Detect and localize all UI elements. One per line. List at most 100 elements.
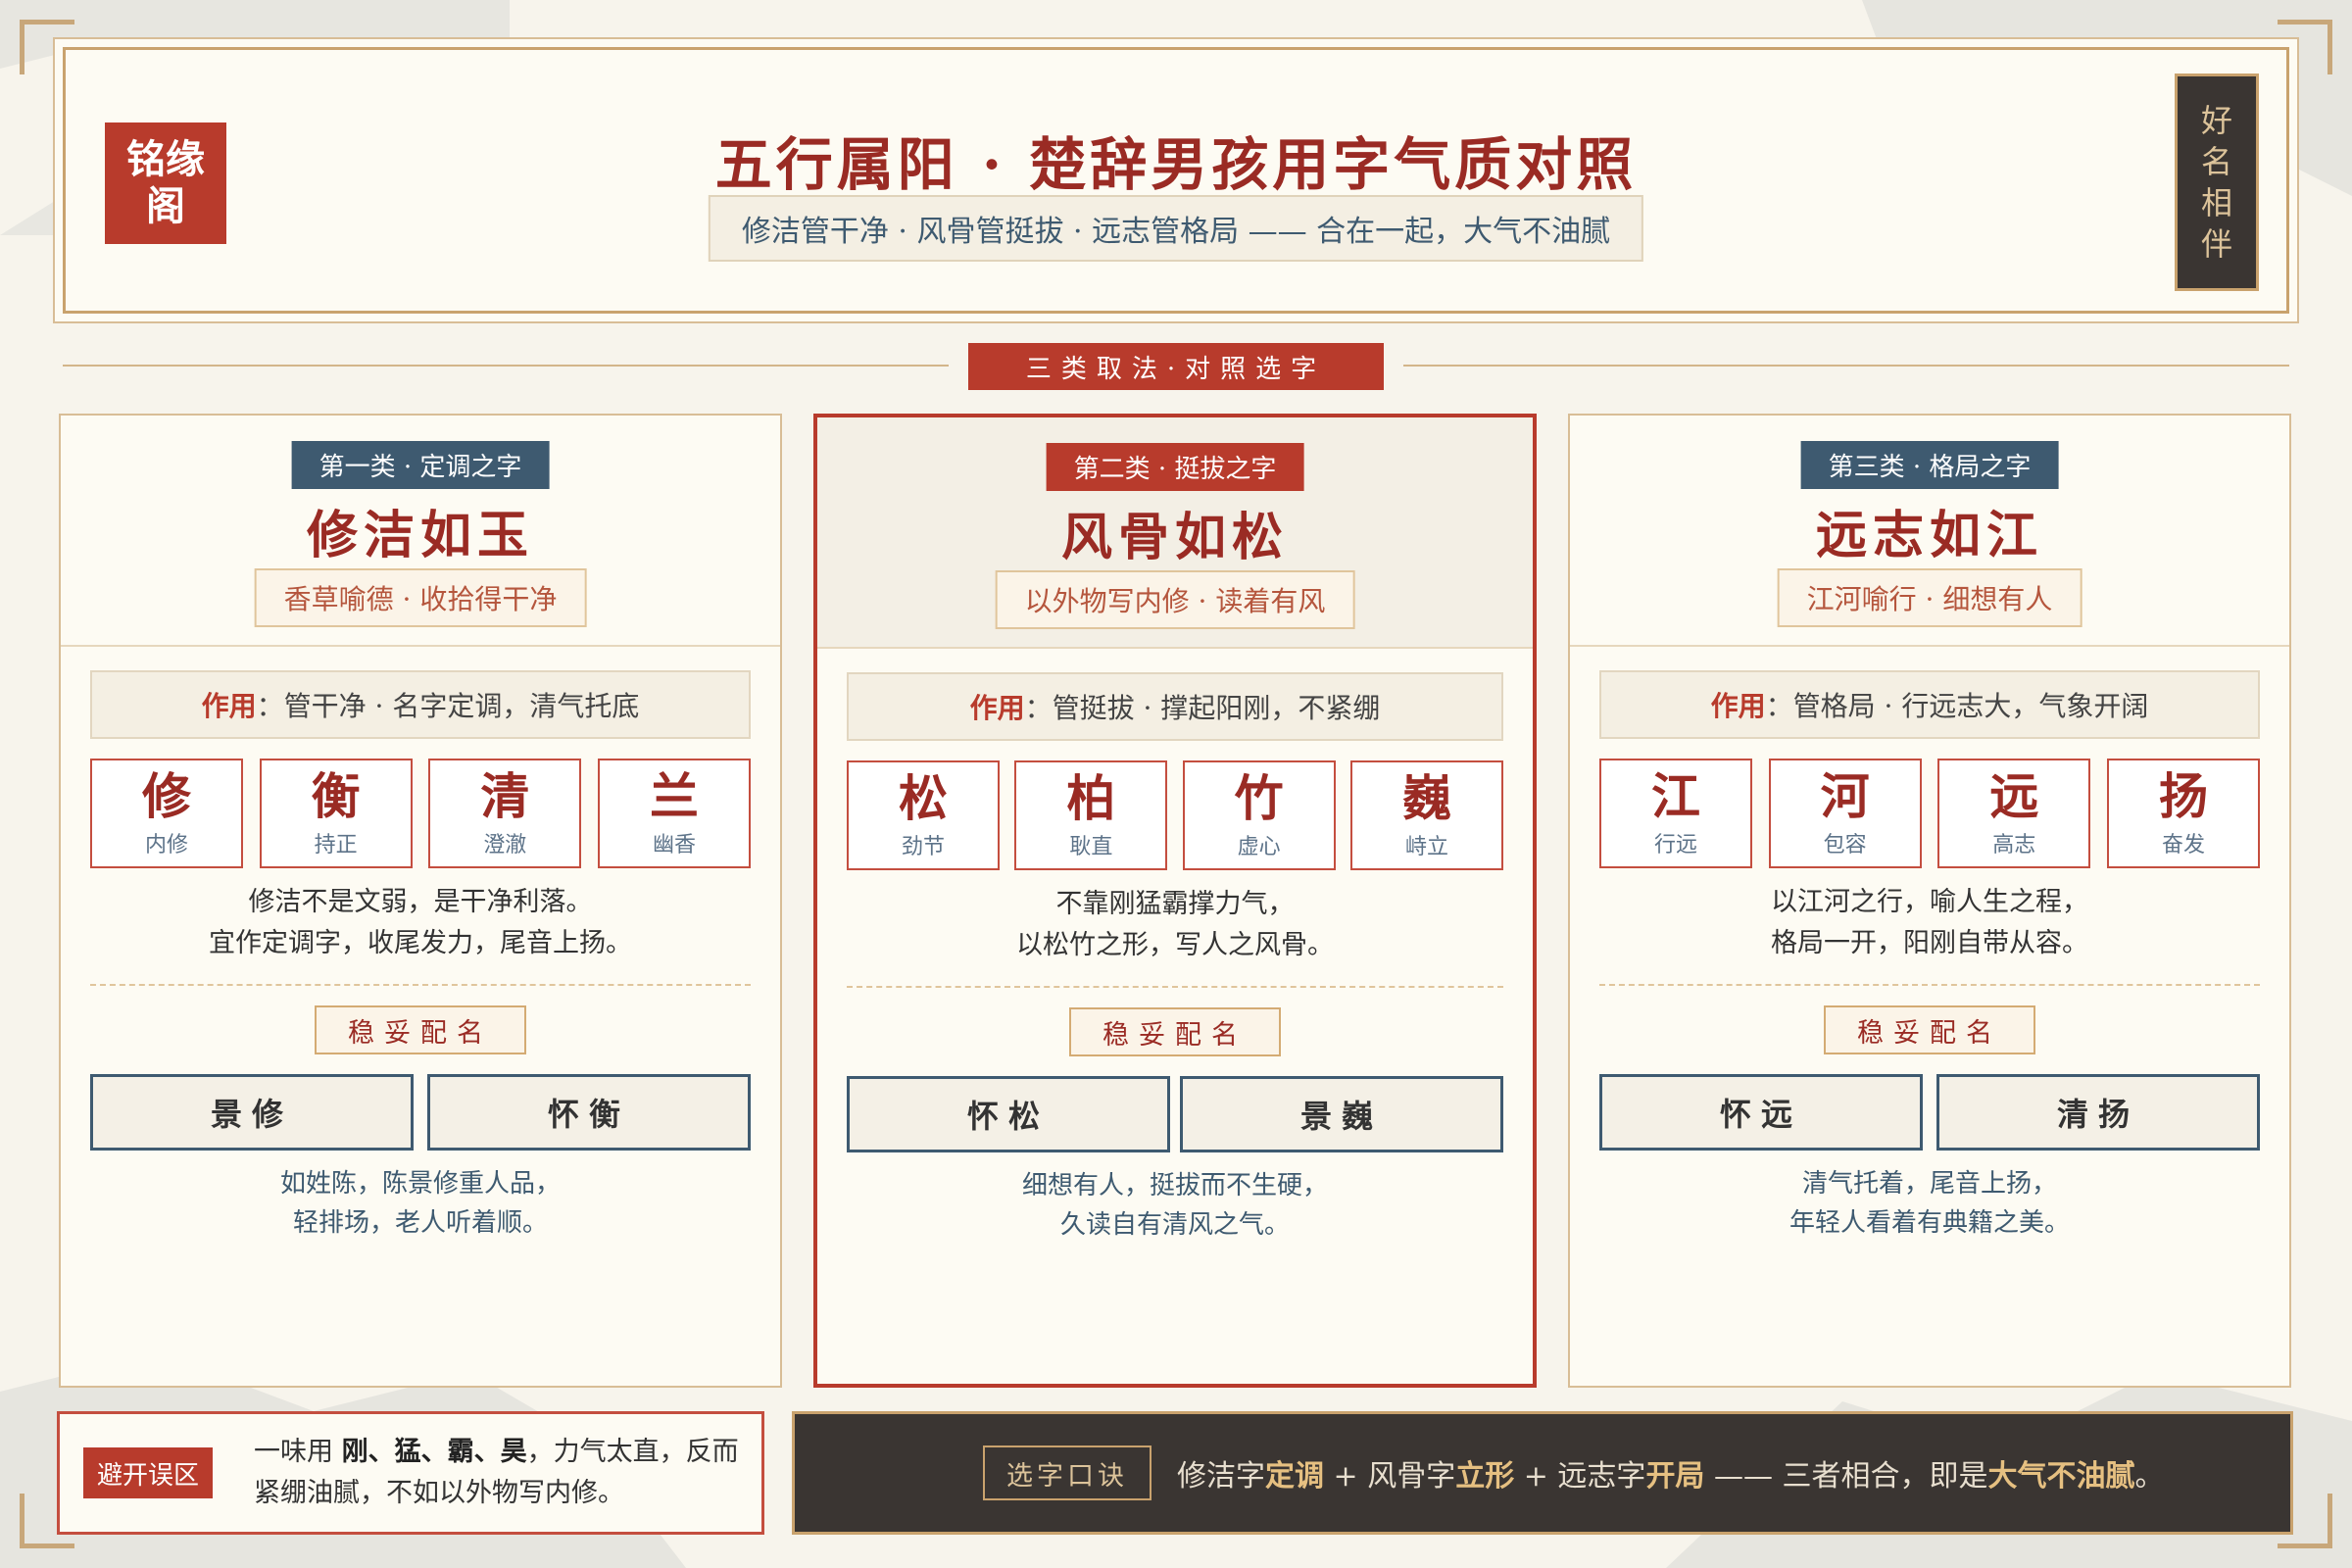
name-example: 怀松 [847, 1076, 1170, 1152]
tips-part: + 远志字 [1514, 1459, 1646, 1494]
char-meaning: 高志 [1992, 833, 2036, 858]
card-description: 以江河之行，喻人生之程， 格局一开，阳刚自带从容。 [1570, 882, 2289, 964]
function-text: ：管挺拔 · 撑起阳刚，不紧绷 [1024, 692, 1381, 724]
card-subtitle: 香草喻德 · 收拾得干净 [254, 568, 587, 627]
card-note: 清气托着，尾音上扬， 年轻人看着有典籍之美。 [1570, 1164, 2289, 1243]
tips-part: —— 三者相合，即是 [1704, 1459, 1988, 1494]
char-card: 清澄澈 [428, 759, 582, 868]
dashed-divider [90, 984, 751, 986]
char-card: 河包容 [1768, 759, 1922, 868]
header-panel: 铭缘阁 五行属阳 · 楚辞男孩用字气质对照 修洁管干净 · 风骨管挺拔 · 远志… [53, 37, 2299, 323]
category-tag: 第三类 · 格局之字 [1800, 441, 2059, 489]
card-title: 远志如江 [1815, 506, 2043, 565]
note-line: 如姓陈，陈景修重人品， [279, 1169, 561, 1199]
char-meaning: 耿直 [1069, 835, 1113, 859]
tips-part: 修洁字 [1177, 1459, 1265, 1494]
char-card: 衡持正 [259, 759, 413, 868]
dashed-divider [1599, 984, 2260, 986]
poster: 铭缘阁 五行属阳 · 楚辞男孩用字气质对照 修洁管干净 · 风骨管挺拔 · 远志… [0, 0, 2352, 1568]
name-example: 怀远 [1599, 1074, 1923, 1151]
char-glyph: 兰 [649, 767, 699, 825]
note-line: 年轻人看着有典籍之美。 [1788, 1208, 2070, 1238]
card-title: 修洁如玉 [306, 506, 534, 565]
description-line: 以松竹之形，写人之风骨。 [1016, 930, 1334, 960]
tips-highlight: 定调 [1265, 1459, 1324, 1494]
char-glyph: 柏 [1066, 769, 1116, 827]
function-label: 作用 [201, 690, 257, 722]
char-row: 松劲节 柏耿直 竹虚心 巍峙立 [847, 760, 1503, 870]
char-meaning: 包容 [1823, 833, 1867, 858]
dashed-divider [847, 986, 1503, 988]
corner-ornament-bottom-right [2278, 1494, 2332, 1548]
section-divider-left [63, 365, 949, 367]
page-title: 五行属阳 · 楚辞男孩用字气质对照 [714, 131, 1638, 198]
char-glyph: 修 [142, 767, 191, 825]
note-line: 清气托着，尾音上扬， [1801, 1169, 2057, 1199]
char-card: 江行远 [1599, 759, 1752, 868]
char-card: 松劲节 [847, 760, 1000, 870]
tips-box: 选字口诀 修洁字定调 + 风骨字立形 + 远志字开局 —— 三者相合，即是大气不… [792, 1411, 2293, 1535]
category-card-1: 第一类 · 定调之字 修洁如玉 香草喻德 · 收拾得干净 作用 ：管干净 · 名字… [59, 414, 782, 1388]
safe-names-label: 稳妥配名 [1069, 1007, 1281, 1056]
card-subtitle: 以外物写内修 · 读着有风 [995, 570, 1355, 629]
section-divider-right [1403, 365, 2289, 367]
char-card: 柏耿直 [1014, 760, 1168, 870]
char-meaning: 持正 [314, 833, 358, 858]
char-row: 江行远 河包容 远高志 扬奋发 [1599, 759, 2260, 868]
note-line: 细想有人，挺拔而不生硬， [1021, 1171, 1328, 1200]
category-tag: 第二类 · 挺拔之字 [1046, 443, 1304, 491]
seal-char: 名 [2200, 143, 2232, 180]
char-glyph: 河 [1820, 767, 1870, 825]
name-example: 怀衡 [427, 1074, 751, 1151]
seal-char: 伴 [2200, 225, 2232, 263]
char-meaning: 行远 [1653, 833, 1697, 858]
note-line: 轻排场，老人听着顺。 [292, 1208, 548, 1238]
avoid-tag: 避开误区 [83, 1447, 213, 1498]
page-subtitle: 修洁管干净 · 风骨管挺拔 · 远志管格局 —— 合在一起，大气不油腻 [708, 195, 1644, 262]
name-example: 景修 [90, 1074, 414, 1151]
char-row: 修内修 衡持正 清澄澈 兰幽香 [90, 759, 751, 868]
char-card: 远高志 [1937, 759, 2091, 868]
tips-tag: 选字口诀 [983, 1446, 1152, 1500]
tips-part: + 风骨字 [1324, 1459, 1456, 1494]
function-label: 作用 [969, 692, 1025, 724]
corner-ornament-top-left [20, 20, 74, 74]
char-glyph: 扬 [2158, 767, 2208, 825]
char-meaning: 劲节 [901, 835, 945, 859]
char-glyph: 衡 [311, 767, 361, 825]
char-glyph: 竹 [1234, 769, 1284, 827]
char-glyph: 巍 [1401, 769, 1451, 827]
header-frame: 铭缘阁 五行属阳 · 楚辞男孩用字气质对照 修洁管干净 · 风骨管挺拔 · 远志… [63, 47, 2289, 314]
name-row: 怀松 景巍 [847, 1076, 1503, 1152]
char-card: 巍峙立 [1349, 760, 1503, 870]
tips-highlight: 大气不油腻 [1987, 1459, 2135, 1494]
avoid-text: 一味用 刚、猛、霸、昊，力气太直，反而 紧绷油腻，不如以外物写内修。 [254, 1432, 744, 1514]
char-meaning: 澄澈 [483, 833, 527, 858]
char-glyph: 清 [480, 767, 530, 825]
corner-ornament-bottom-left [20, 1494, 74, 1548]
function-box: 作用 ：管挺拔 · 撑起阳刚，不紧绷 [847, 672, 1503, 741]
tips-highlight: 开局 [1645, 1459, 1705, 1494]
avoid-bold-chars: 刚、猛、霸、昊 [341, 1437, 527, 1467]
char-glyph: 远 [1989, 767, 2039, 825]
card-description: 不靠刚猛霸撑力气， 以松竹之形，写人之风骨。 [817, 884, 1533, 966]
tips-highlight: 立形 [1455, 1459, 1515, 1494]
card-description: 修洁不是文弱，是干净利落。 宜作定调字，收尾发力，尾音上扬。 [61, 882, 780, 964]
description-line: 格局一开，阳刚自带从容。 [1771, 928, 2088, 958]
char-glyph: 江 [1651, 767, 1700, 825]
category-tag: 第一类 · 定调之字 [291, 441, 550, 489]
function-text: ：管干净 · 名字定调，清气托底 [256, 690, 640, 722]
description-line: 宜作定调字，收尾发力，尾音上扬。 [209, 928, 632, 958]
card-subtitle: 江河喻行 · 细想有人 [1777, 568, 2082, 627]
char-meaning: 内修 [144, 833, 188, 858]
safe-names-label: 稳妥配名 [315, 1005, 526, 1054]
corner-ornament-top-right [2278, 20, 2332, 74]
safe-names-label: 稳妥配名 [1824, 1005, 2035, 1054]
avoid-line2: 紧绷油腻，不如以外物写内修。 [254, 1478, 624, 1508]
category-card-2: 第二类 · 挺拔之字 风骨如松 以外物写内修 · 读着有风 作用 ：管挺拔 · 撑… [813, 414, 1537, 1388]
card-header: 第三类 · 格局之字 远志如江 江河喻行 · 细想有人 [1570, 416, 2289, 647]
function-label: 作用 [1710, 690, 1766, 722]
note-line: 久读自有清风之气。 [1059, 1210, 1290, 1240]
char-card: 修内修 [90, 759, 243, 868]
card-title: 风骨如松 [1060, 508, 1289, 567]
